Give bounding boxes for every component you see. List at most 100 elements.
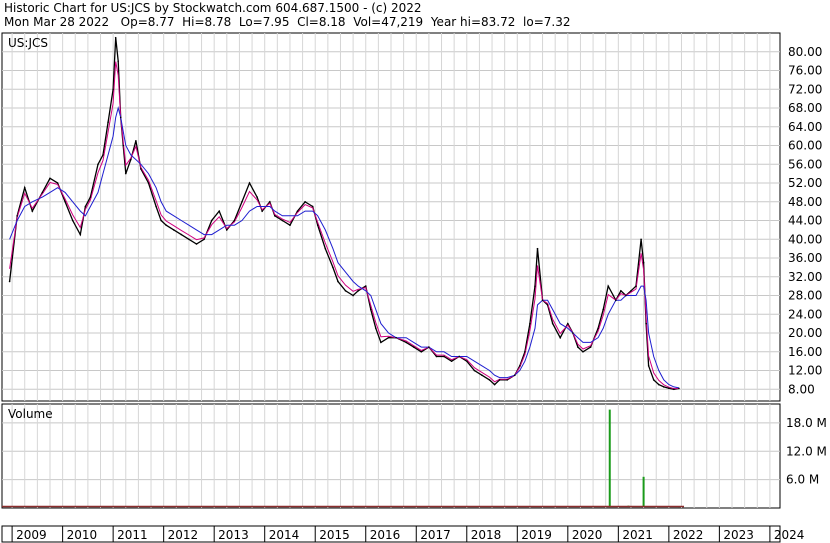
price-point	[663, 386, 665, 388]
price-point	[16, 215, 18, 217]
price-point	[405, 341, 407, 344]
price-point	[289, 224, 291, 227]
price-point	[488, 379, 491, 381]
price-point	[357, 290, 359, 292]
price-point	[147, 182, 150, 184]
price-tick-label: 56.00	[788, 157, 822, 171]
price-point	[625, 294, 627, 297]
price-point	[657, 383, 660, 386]
price-point	[481, 374, 483, 377]
price-point	[89, 196, 92, 198]
year-label: 2009	[16, 528, 47, 542]
price-point	[311, 205, 314, 208]
price-point	[597, 327, 599, 330]
price-point	[640, 238, 642, 241]
price-point	[114, 36, 117, 39]
volume-tick-label: 18.0 M	[786, 416, 827, 430]
price-point	[130, 158, 132, 161]
year-label: 2013	[218, 528, 249, 542]
price-point	[443, 355, 445, 358]
price-tick-label: 52.00	[788, 176, 822, 190]
price-point	[119, 116, 122, 119]
price-point	[435, 355, 438, 358]
price-tick-label: 80.00	[788, 45, 822, 59]
price-point	[513, 374, 516, 377]
price-point	[529, 322, 531, 325]
price-point	[673, 388, 675, 391]
price-point	[268, 200, 271, 203]
price-point	[541, 299, 544, 302]
price-point	[180, 233, 183, 236]
price-point	[652, 379, 655, 381]
price-point	[375, 327, 377, 330]
price-point	[160, 219, 162, 222]
price-point	[203, 238, 205, 241]
price-point	[155, 205, 157, 208]
price-point	[582, 350, 584, 353]
price-point	[117, 60, 119, 62]
price-point	[473, 369, 476, 372]
price-point	[135, 140, 137, 142]
price-point	[218, 210, 221, 212]
price-point	[380, 341, 382, 344]
price-point	[107, 121, 109, 123]
price-point	[56, 182, 59, 184]
price-tick-label: 24.00	[788, 307, 822, 321]
price-point	[64, 200, 66, 203]
price-point	[635, 285, 637, 287]
price-point	[195, 243, 198, 245]
volume-tick-label: 6.0 M	[786, 473, 819, 487]
price-point	[8, 280, 11, 283]
price-point	[524, 350, 526, 353]
price-tick-label: 8.00	[788, 382, 815, 396]
price-point	[102, 154, 104, 156]
price-point	[615, 299, 617, 302]
year-label: 2010	[67, 528, 98, 542]
year-label: 2024	[774, 528, 805, 542]
price-point	[577, 346, 579, 348]
price-point	[241, 200, 243, 203]
price-point	[165, 224, 167, 227]
price-tick-label: 76.00	[788, 64, 822, 78]
price-point	[551, 322, 554, 325]
price-point	[620, 290, 622, 292]
year-label: 2018	[471, 528, 502, 542]
price-tick-label: 20.00	[788, 326, 822, 340]
price-point	[233, 219, 236, 222]
price-point	[572, 332, 574, 334]
price-point	[450, 360, 453, 362]
price-point	[536, 247, 539, 250]
price-tick-label: 64.00	[788, 120, 822, 134]
price-point	[140, 168, 142, 170]
price-point	[172, 229, 175, 231]
price-tick-label: 68.00	[788, 101, 822, 115]
price-point	[261, 210, 263, 212]
price-tick-label: 44.00	[788, 214, 822, 228]
price-tick-label: 40.00	[788, 232, 822, 246]
price-point	[79, 233, 82, 236]
price-point	[112, 88, 114, 91]
price-point	[559, 336, 562, 339]
price-point	[647, 365, 650, 367]
price-point	[281, 219, 284, 222]
year-label: 2016	[370, 528, 401, 542]
price-point	[506, 379, 508, 381]
price-point	[344, 290, 347, 292]
price-point	[337, 280, 339, 283]
year-label: 2021	[622, 528, 653, 542]
price-point	[188, 238, 190, 241]
price-point	[296, 210, 299, 212]
year-label: 2022	[673, 528, 704, 542]
price-point	[23, 186, 26, 189]
price-point	[248, 182, 251, 184]
price-point	[412, 346, 415, 348]
price-point	[364, 285, 367, 287]
year-label: 2020	[572, 528, 603, 542]
price-tick-label: 32.00	[788, 270, 822, 284]
price-point	[49, 177, 51, 180]
price-point	[534, 285, 536, 287]
price-tick-label: 36.00	[788, 251, 822, 265]
price-point	[498, 379, 501, 381]
price-point	[420, 350, 423, 353]
price-point	[387, 336, 390, 339]
